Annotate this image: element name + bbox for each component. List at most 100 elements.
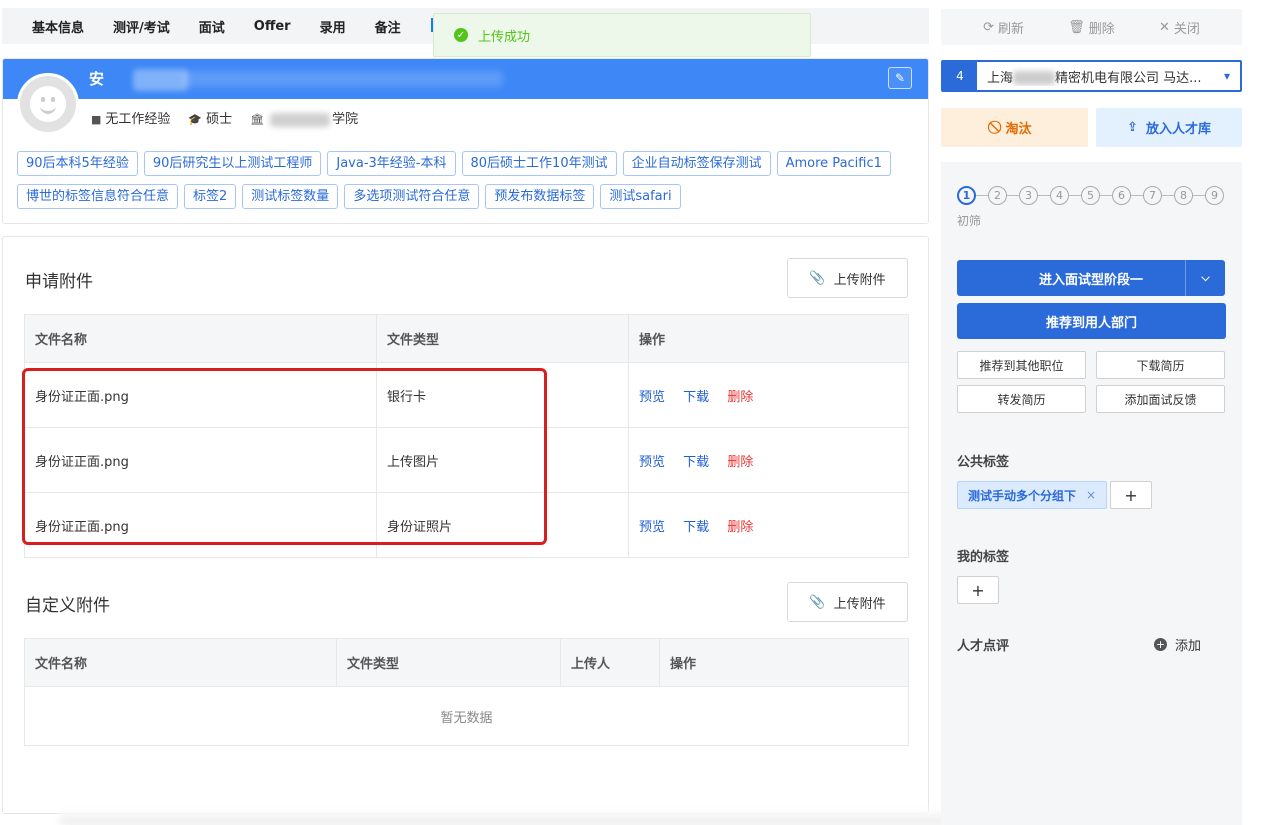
refresh-button[interactable]: ⟳ 刷新: [983, 18, 1024, 37]
actions-cell: 预览 下载 删除: [628, 362, 909, 428]
forward-resume-button[interactable]: 转发简历: [957, 385, 1086, 413]
upload-application-attachment-button[interactable]: 📎 上传附件: [787, 258, 908, 298]
add-my-tag-button[interactable]: +: [957, 576, 999, 604]
redacted-school: [270, 112, 331, 127]
public-tags-title: 公共标签: [957, 455, 1010, 470]
inbox-icon: ⇪: [1127, 120, 1138, 135]
candidate-tag[interactable]: 测试标签数量: [242, 184, 339, 209]
tab-assessment[interactable]: 测评/考试: [113, 17, 170, 36]
column-file-name: 文件名称: [24, 638, 337, 687]
step-2[interactable]: 2: [988, 186, 1007, 205]
avatar: [17, 73, 79, 135]
chevron-down-icon[interactable]: ⌵: [1185, 260, 1225, 296]
tab-notes[interactable]: 备注: [375, 17, 401, 36]
candidate-tag[interactable]: 企业自动标签保存测试: [622, 151, 771, 176]
download-link[interactable]: 下载: [683, 455, 709, 470]
delete-link[interactable]: 删除: [727, 520, 753, 535]
recommend-other-position-button[interactable]: 推荐到其他职位: [957, 351, 1086, 379]
experience-info: ■ 无工作经验: [91, 112, 171, 127]
file-name-cell: 身份证正面.png: [24, 362, 377, 428]
close-icon[interactable]: ×: [1086, 488, 1096, 502]
custom-attachments-table: 文件名称 文件类型 上传人 操作 暂无数据: [24, 638, 909, 746]
step-4[interactable]: 4: [1050, 186, 1069, 205]
step-1[interactable]: 1: [957, 186, 976, 205]
file-type-cell: 上传图片: [376, 427, 629, 493]
graduation-cap-icon: 🎓: [188, 113, 203, 126]
advance-stage-button[interactable]: 进入面试型阶段一 ⌵: [957, 260, 1225, 296]
column-actions: 操作: [659, 638, 909, 687]
custom-attachments-title: 自定义附件: [25, 596, 110, 616]
plus-icon: +: [971, 580, 985, 600]
candidate-tag[interactable]: Amore Pacific1: [776, 151, 891, 176]
paperclip-icon: 📎: [809, 270, 826, 286]
redacted-company: [1013, 71, 1056, 85]
candidate-tag[interactable]: Java-3年经验-本科: [327, 151, 456, 176]
preview-link[interactable]: 预览: [639, 520, 665, 535]
candidate-tag[interactable]: 多选项测试符合任意: [344, 184, 480, 209]
preview-link[interactable]: 预览: [639, 390, 665, 405]
chevron-down-icon: ▾: [1223, 69, 1231, 83]
step-3[interactable]: 3: [1019, 186, 1038, 205]
plus-circle-icon: +: [1154, 638, 1167, 651]
tab-hire[interactable]: 录用: [320, 17, 346, 36]
close-button[interactable]: ✕ 关闭: [1159, 18, 1200, 37]
degree-info: 🎓 硕士: [188, 112, 233, 127]
upload-custom-attachment-button[interactable]: 📎 上传附件: [787, 582, 908, 622]
refresh-icon: ⟳: [983, 19, 994, 35]
candidate-tag[interactable]: 90后研究生以上测试工程师: [143, 151, 322, 176]
actions-cell: 预览 下载 删除: [628, 427, 909, 493]
job-position-select[interactable]: 4 上海 精密机电有限公司 马达... ▾: [941, 60, 1242, 92]
step-7[interactable]: 7: [1143, 186, 1162, 205]
preview-link[interactable]: 预览: [639, 455, 665, 470]
add-public-tag-button[interactable]: +: [1110, 481, 1152, 509]
school-info: 🏛 学院: [250, 112, 359, 127]
download-resume-button[interactable]: 下载简历: [1096, 351, 1225, 379]
add-interview-feedback-button[interactable]: 添加面试反馈: [1096, 385, 1225, 413]
redacted-name: [133, 69, 188, 91]
table-row: 身份证正面.png 银行卡 预览 下载 删除: [24, 362, 909, 428]
file-type-cell: 身份证照片: [376, 492, 629, 558]
delete-link[interactable]: 删除: [727, 455, 753, 470]
recommend-department-button[interactable]: 推荐到用人部门: [957, 303, 1226, 339]
talent-pool-button[interactable]: ⇪ 放入人才库: [1096, 108, 1242, 147]
empty-state-text: 暂无数据: [24, 686, 909, 746]
check-circle-icon: ✓: [454, 28, 468, 42]
pencil-icon: ✎: [894, 71, 906, 85]
file-name-cell: 身份证正面.png: [24, 492, 377, 558]
download-link[interactable]: 下载: [683, 390, 709, 405]
step-9[interactable]: 9: [1205, 186, 1224, 205]
tab-offer[interactable]: Offer: [254, 19, 291, 34]
pipeline-panel: 1 2 3 4 5 6 7 8 9 初筛 进入面试型阶段一 ⌵ 推荐到用人部门 …: [941, 162, 1242, 825]
column-file-type: 文件类型: [336, 638, 561, 687]
plus-icon: +: [1124, 485, 1138, 505]
candidate-tag[interactable]: 标签2: [184, 184, 237, 209]
stage-steps: 1 2 3 4 5 6 7 8 9: [957, 186, 1224, 205]
briefcase-icon: ■: [91, 113, 102, 126]
add-talent-review-button[interactable]: + 添加: [1154, 635, 1201, 654]
attachments-panel: 申请附件 📎 上传附件 文件名称 文件类型 操作 身份证正面.png 银行卡 预览…: [2, 236, 929, 814]
column-uploader: 上传人: [560, 638, 660, 687]
close-icon: ✕: [1158, 19, 1170, 35]
tab-basic-info[interactable]: 基本信息: [32, 17, 84, 36]
step-8[interactable]: 8: [1174, 186, 1193, 205]
candidate-tag[interactable]: 博世的标签信息符合任意: [17, 184, 179, 209]
edit-profile-button[interactable]: ✎: [888, 67, 912, 89]
tab-interview[interactable]: 面试: [199, 17, 225, 36]
job-index-badge: 4: [943, 62, 977, 90]
delete-button[interactable]: 🗑 删除: [1068, 18, 1115, 37]
candidate-name: 安: [89, 70, 105, 88]
candidate-tag[interactable]: 80后硕士工作10年测试: [461, 151, 617, 176]
download-link[interactable]: 下载: [683, 520, 709, 535]
step-6[interactable]: 6: [1112, 186, 1131, 205]
candidate-tag[interactable]: 预发布数据标签: [485, 184, 595, 209]
step-5[interactable]: 5: [1081, 186, 1100, 205]
empty-row: 暂无数据: [24, 686, 909, 746]
candidate-tag[interactable]: 90后本科5年经验: [17, 151, 138, 176]
toast-message: 上传成功: [478, 29, 531, 45]
delete-link[interactable]: 删除: [727, 390, 753, 405]
bank-icon: 🏛: [250, 113, 265, 126]
public-tag[interactable]: 测试手动多个分组下 ×: [957, 481, 1108, 509]
smiley-face-icon: [30, 86, 66, 122]
reject-button[interactable]: ⃠淘汰: [941, 108, 1088, 147]
candidate-tag[interactable]: 测试safari: [600, 184, 681, 209]
